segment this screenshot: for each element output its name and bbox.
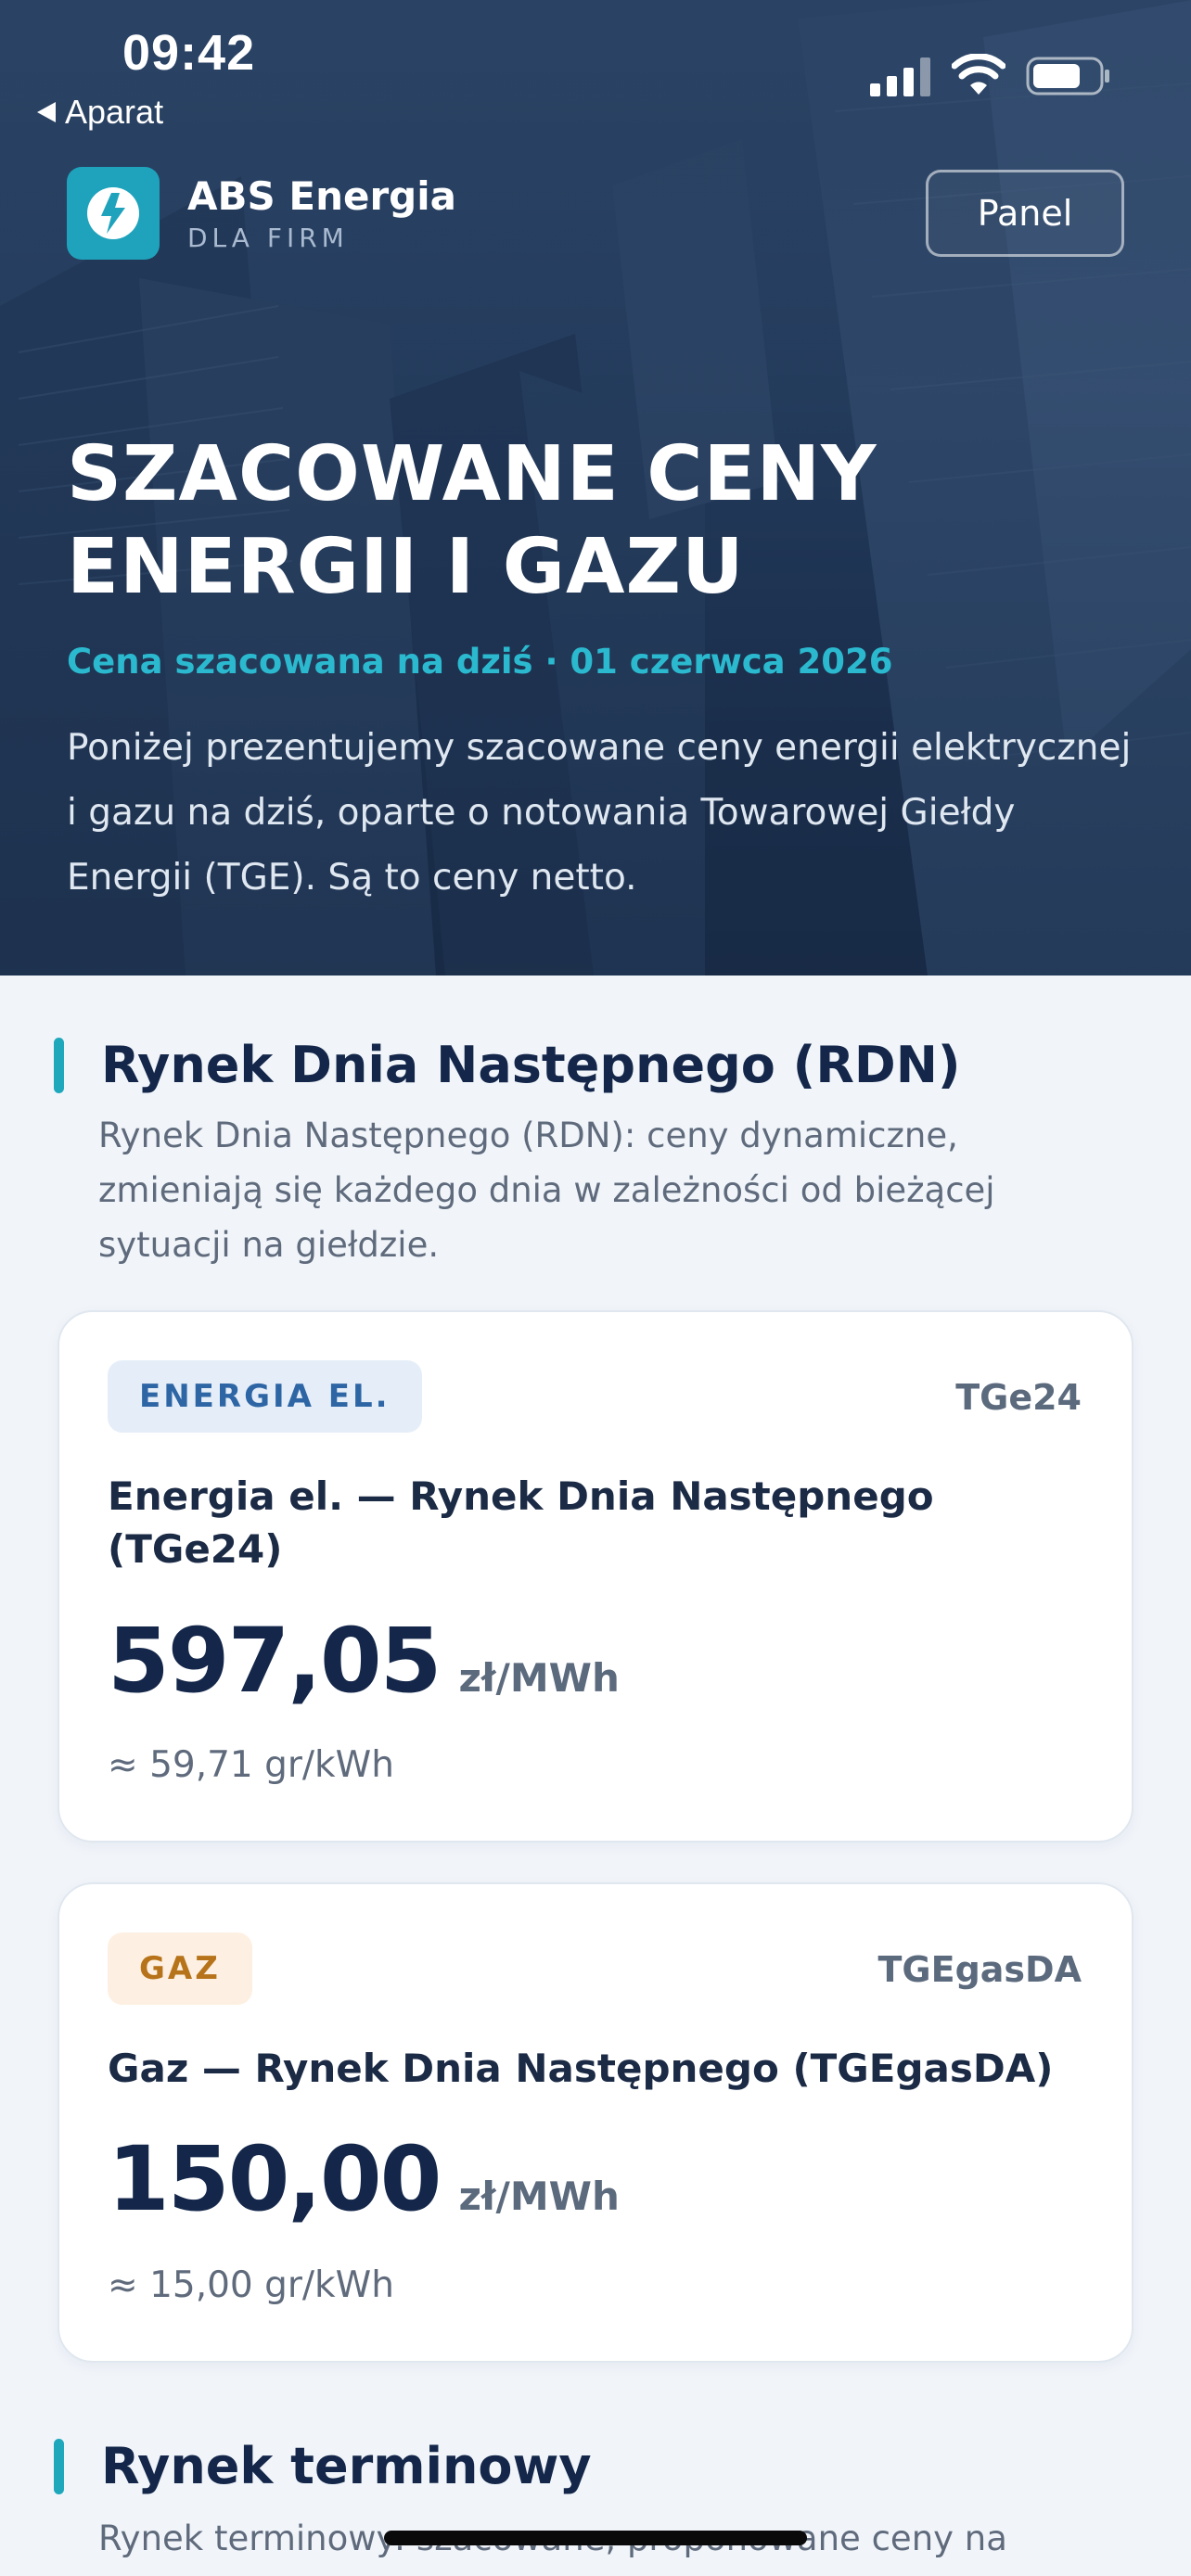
brand-name: ABS Energia xyxy=(187,173,456,219)
price-unit: zł/MWh xyxy=(458,1655,620,1701)
price-date: Cena szacowana na dziś · 01 czerwca 2026 xyxy=(67,642,893,682)
panel-button[interactable]: Panel xyxy=(926,170,1124,257)
card-title: Energia el. — Rynek Dnia Następnego (TGe… xyxy=(108,1473,934,1572)
status-bar: 09:42 Aparat xyxy=(0,0,1191,139)
back-to-app-link[interactable]: Aparat xyxy=(37,93,163,132)
back-app-label: Aparat xyxy=(65,93,164,131)
cellular-signal-icon xyxy=(870,57,930,96)
price-value: 150,00 xyxy=(108,2127,442,2231)
lightning-icon xyxy=(67,167,160,260)
section-description: Rynek Dnia Następnego (RDN): ceny dynami… xyxy=(98,1116,995,1265)
price-value: 597,05 xyxy=(108,1609,442,1713)
price-card-gas[interactable]: GAZ TGEgasDA Gaz — Rynek Dnia Następnego… xyxy=(58,1882,1133,2363)
price-per-kwh: ≈ 15,00 gr/kWh xyxy=(108,2264,394,2306)
section-title: Rynek Dnia Następnego (RDN) xyxy=(101,1036,961,1094)
price-per-kwh: ≈ 59,71 gr/kWh xyxy=(108,1744,394,1786)
page-title: SZACOWANE CENY ENERGII I GAZU xyxy=(67,430,877,611)
status-time: 09:42 xyxy=(122,25,256,81)
brand-subtitle: DLA FIRM xyxy=(187,223,349,253)
section-title: Rynek terminowy xyxy=(101,2437,592,2495)
brand-home-link[interactable]: ABS Energia DLA FIRM xyxy=(67,167,456,260)
section-header-rdn: Rynek Dnia Następnego (RDN) xyxy=(54,1036,961,1094)
market-code: TGe24 xyxy=(955,1377,1082,1418)
section-header-terminowy: Rynek terminowy xyxy=(54,2437,592,2495)
section-accent-bar xyxy=(54,1037,64,1093)
market-code: TGEgasDA xyxy=(877,1949,1082,1990)
wifi-icon xyxy=(952,54,1005,95)
price-row: 150,00 zł/MWh xyxy=(108,2127,620,2231)
price-card-energy[interactable]: ENERGIA EL. TGe24 Energia el. — Rynek Dn… xyxy=(58,1310,1133,1843)
hero-description: Poniżej prezentujemy szacowane ceny ener… xyxy=(67,727,1132,899)
category-badge-gas: GAZ xyxy=(108,1932,252,2005)
price-unit: zł/MWh xyxy=(458,2174,620,2219)
back-arrow-icon xyxy=(37,102,56,122)
battery-icon xyxy=(1026,57,1109,96)
section-accent-bar xyxy=(54,2438,64,2494)
price-row: 597,05 zł/MWh xyxy=(108,1609,620,1713)
home-indicator[interactable] xyxy=(384,2531,807,2545)
category-badge-energy: ENERGIA EL. xyxy=(108,1360,422,1433)
hero-banner: 09:42 Aparat ABS Energia DLA FIRM Panel … xyxy=(0,0,1191,976)
card-title: Gaz — Rynek Dnia Następnego (TGEgasDA) xyxy=(108,2046,1054,2091)
